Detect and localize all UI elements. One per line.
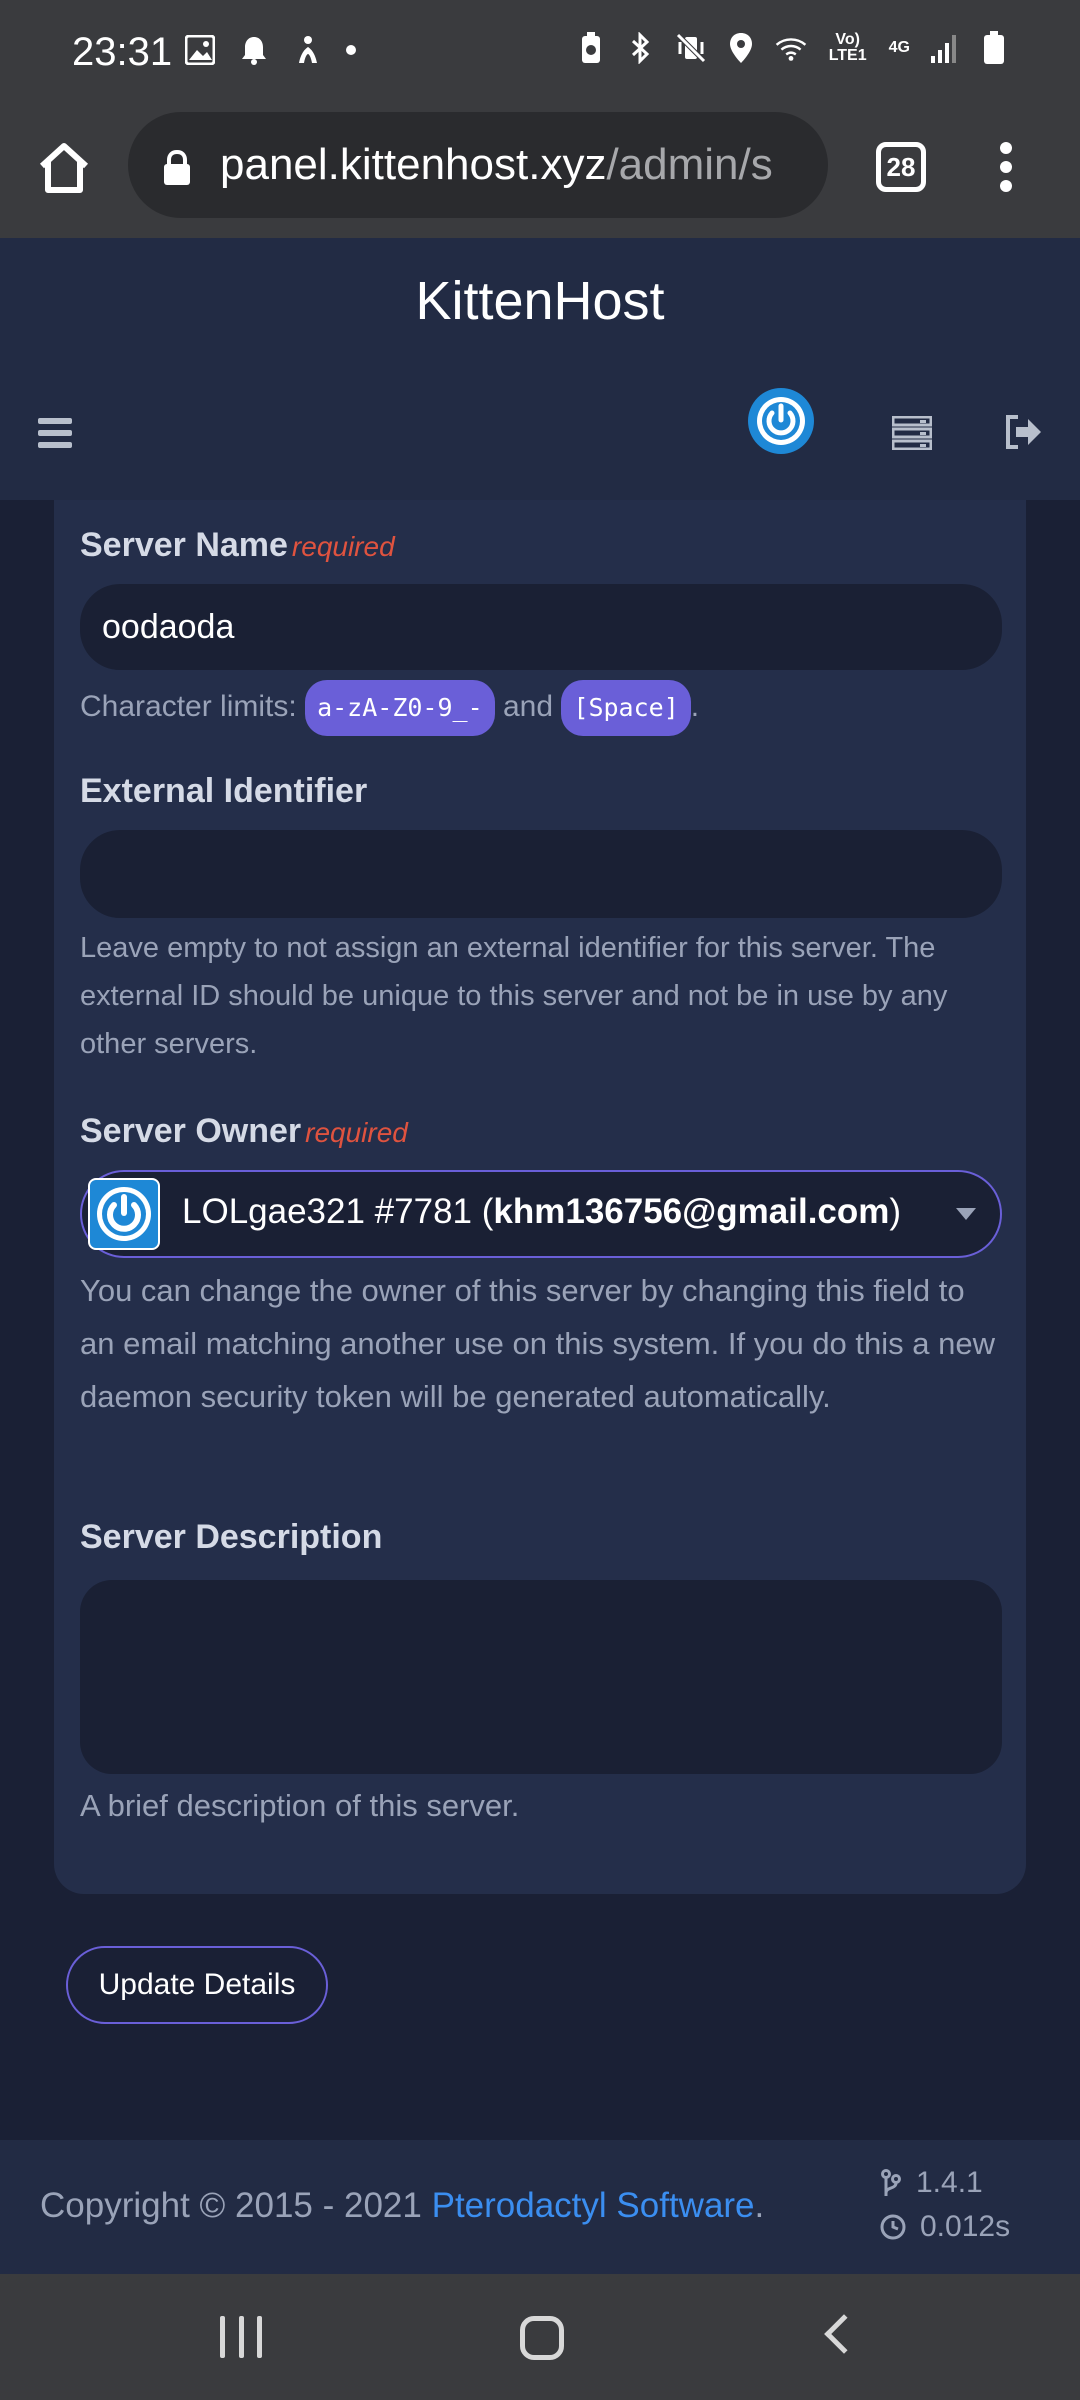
status-time: 23:31 [72,30,173,74]
battery-icon [978,31,1010,64]
external-identifier-help: Leave empty to not assign an external id… [80,932,948,1060]
user-avatar[interactable] [748,388,814,454]
bell-icon [238,34,270,66]
4g-icon: 4G [888,39,910,56]
location-icon [725,32,757,64]
server-description-label: Server Description [80,1518,383,1556]
server-name-help: Character limits: a-zA-Z0-9_- and [Space… [80,680,1002,736]
lock-icon [162,149,192,186]
owner-selected-value: LOLgae321 #7781 (khm136756@gmail.com) [182,1192,902,1231]
server-name-input[interactable] [80,584,1002,670]
server-owner-label: Server Owner required [80,1112,408,1150]
servers-icon[interactable] [891,415,933,451]
volte-icon: Vo) LTE1 [828,31,867,64]
url-bar[interactable]: panel.kittenhost.xyz/admin/s [128,112,828,218]
render-time-info: 0.012s [880,2210,1010,2244]
home-icon[interactable] [34,138,94,198]
owner-avatar [88,1178,160,1250]
url-text[interactable]: panel.kittenhost.xyz/admin/s [220,140,773,190]
owner-email: khm136756@gmail.com [493,1192,890,1231]
space-code: [Space] [561,680,691,736]
brand-title[interactable]: KittenHost [0,270,1080,332]
required-marker: required [291,531,395,562]
pterodactyl-link[interactable]: Pterodactyl Software [432,2186,755,2225]
back-icon[interactable] [824,2314,864,2354]
gallery-icon [184,34,216,66]
dot-icon [346,45,356,55]
tab-switcher-button[interactable]: 28 [876,142,926,192]
server-details-card: Server Namerequired Character limits: a-… [54,500,1026,1894]
system-nav-bar [0,2274,1080,2400]
git-branch-icon [881,2169,901,2196]
external-identifier-input[interactable] [80,830,1002,918]
hamburger-menu-icon[interactable] [38,418,72,448]
version-number: 1.4.1 [916,2166,983,2199]
server-owner-select[interactable]: LOLgae321 #7781 (khm136756@gmail.com) [80,1170,1002,1258]
vibrate-off-icon [675,32,707,64]
recents-icon[interactable] [220,2316,262,2358]
browser-toolbar: panel.kittenhost.xyz/admin/s 28 [0,108,1080,238]
accessibility-icon [292,34,324,66]
battery-saver-icon [575,32,607,64]
signal-icon [928,32,960,64]
wifi-icon [775,32,807,64]
update-details-button[interactable]: Update Details [66,1946,328,2024]
external-identifier-label: External Identifier [80,772,368,810]
server-owner-help: You can change the owner of this server … [80,1273,995,1414]
server-description-textarea[interactable] [80,1580,1002,1774]
home-nav-icon[interactable] [520,2316,564,2360]
render-time: 0.012s [920,2210,1011,2243]
status-bar: 23:31 Vo) LTE1 4G [0,0,1080,108]
footer: Copyright © 2015 - 2021 Pterodactyl Soft… [0,2140,1080,2274]
url-path: /admin/s [606,140,773,189]
clock-icon [880,2214,906,2240]
allowed-chars-code: a-zA-Z0-9_- [305,680,495,736]
site-header: KittenHost [0,238,1080,500]
more-menu-icon[interactable] [994,142,1018,192]
chevron-down-icon[interactable] [956,1208,976,1220]
server-description-help: A brief description of this server. [80,1788,520,1823]
server-name-label: Server Name required [80,526,395,564]
copyright-text: Copyright © 2015 - 2021 Pterodactyl Soft… [40,2186,765,2225]
bluetooth-icon [625,32,657,64]
url-host: panel.kittenhost.xyz [220,140,607,189]
sign-out-icon[interactable] [1004,414,1044,450]
required-marker: required [305,1117,408,1148]
version-info: 1.4.1 [880,2166,983,2200]
